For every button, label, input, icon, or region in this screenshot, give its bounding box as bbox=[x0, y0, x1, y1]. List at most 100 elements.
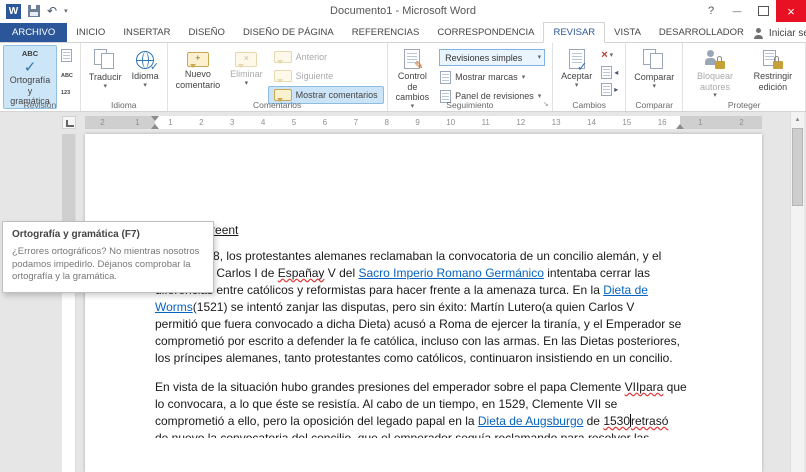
group-label-cambios: Cambios bbox=[572, 100, 606, 110]
chevron-down-icon bbox=[538, 93, 542, 100]
spelling-grammar-tooltip: Ortografía y gramática (F7) ¿Errores ort… bbox=[2, 221, 214, 293]
language-button[interactable]: ✓ Idioma bbox=[127, 45, 164, 97]
text-run: En vista de la situación hubo grandes pr… bbox=[155, 380, 625, 394]
previous-change-icon bbox=[601, 66, 613, 79]
reject-button[interactable] bbox=[599, 48, 620, 63]
ruler-number: 12 bbox=[516, 118, 526, 127]
ruler-number: 6 bbox=[322, 118, 328, 127]
word-count-button[interactable] bbox=[59, 82, 75, 97]
ruler-number: 5 bbox=[291, 118, 297, 127]
group-comentarios: + Nuevo comentario × Eliminar Anterior S… bbox=[168, 43, 388, 111]
vertical-ruler[interactable] bbox=[62, 134, 76, 472]
next-comment-label: Siguiente bbox=[295, 71, 334, 81]
previous-change-button[interactable]: ◂ bbox=[599, 65, 620, 80]
tab-correspondencia[interactable]: CORRESPONDENCIA bbox=[428, 23, 543, 42]
save-icon[interactable] bbox=[28, 5, 40, 17]
define-button[interactable] bbox=[59, 48, 75, 63]
next-comment-button[interactable]: Siguiente bbox=[268, 67, 384, 85]
undo-icon[interactable] bbox=[47, 5, 57, 17]
previous-comment-icon bbox=[273, 51, 292, 64]
tooltip-title: Ortografía y gramática (F7) bbox=[12, 229, 140, 240]
ruler-number: 4 bbox=[260, 118, 266, 127]
spelling-check-icon bbox=[17, 49, 43, 73]
maximize-button[interactable] bbox=[750, 0, 776, 22]
text-line: permitió que fuera convocado a dicha Die… bbox=[155, 316, 692, 333]
show-markup-icon bbox=[440, 70, 452, 84]
compare-button[interactable]: Comparar bbox=[629, 45, 679, 97]
show-markup-button[interactable]: Mostrar marcas bbox=[434, 68, 549, 86]
text-run: diferencias entre católicos y reformista… bbox=[155, 283, 604, 297]
help-button[interactable] bbox=[698, 0, 724, 22]
left-indent-marker[interactable] bbox=[151, 124, 159, 129]
tab-insertar[interactable]: INSERTAR bbox=[114, 23, 179, 42]
accept-button[interactable]: ✓ Aceptar bbox=[556, 45, 597, 100]
quick-access-toolbar bbox=[0, 3, 68, 19]
tab-referencias[interactable]: REFERENCIAS bbox=[343, 23, 429, 42]
right-indent-marker[interactable] bbox=[676, 124, 684, 129]
minimize-button[interactable] bbox=[724, 0, 750, 22]
thesaurus-button[interactable] bbox=[59, 65, 75, 80]
dialog-launcher-icon[interactable] bbox=[541, 100, 550, 109]
ruler-number: 1 bbox=[135, 118, 140, 127]
ruler-right-margin: 12 bbox=[680, 116, 762, 129]
tab-vista[interactable]: VISTA bbox=[605, 23, 650, 42]
previous-comment-button[interactable]: Anterior bbox=[268, 48, 384, 66]
tab-diseno[interactable]: DISEÑO bbox=[180, 23, 234, 42]
sign-in-button[interactable]: Iniciar sesión bbox=[753, 28, 806, 42]
hyperlink[interactable]: Sacro Imperio Romano Germánico bbox=[358, 266, 543, 280]
define-icon bbox=[60, 49, 72, 62]
restrict-editing-button[interactable]: Restringir edición bbox=[744, 45, 802, 101]
compare-icon bbox=[643, 49, 665, 70]
group-comparar: Comparar Comparar bbox=[626, 43, 684, 111]
group-label-comentarios: Comentarios bbox=[253, 100, 302, 110]
show-comments-label: Mostrar comentarios bbox=[295, 90, 378, 100]
hyperlink[interactable]: Dieta de bbox=[603, 283, 648, 297]
translate-button[interactable]: Traducir bbox=[84, 45, 127, 97]
ruler-number: 7 bbox=[353, 118, 359, 127]
ruler-text-area: 1 2 3 4 5 6 7 8 9 10 11 12 13 14 15 16 bbox=[151, 116, 684, 129]
group-seguimiento: ✎ Control de cambios Revisiones simples … bbox=[388, 43, 554, 111]
delete-comment-icon: × bbox=[235, 52, 258, 68]
scroll-up-arrow[interactable] bbox=[791, 112, 804, 126]
scroll-thumb[interactable] bbox=[792, 128, 803, 206]
arrow-right-icon: ▸ bbox=[614, 85, 619, 94]
ruler-number: 8 bbox=[384, 118, 389, 127]
text-line: diferencias entre católicos y reformista… bbox=[155, 282, 692, 299]
first-line-indent-marker[interactable] bbox=[151, 116, 159, 121]
document-page[interactable]: Cocilio detreent Desde 1518, los protesta… bbox=[85, 134, 762, 472]
close-button[interactable] bbox=[776, 0, 806, 22]
group-label-idioma: Idioma bbox=[110, 100, 137, 110]
tab-diseno-de-pagina[interactable]: DISEÑO DE PÁGINA bbox=[234, 23, 343, 42]
tab-selector[interactable] bbox=[62, 116, 76, 129]
group-label-proteger: Proteger bbox=[727, 100, 761, 110]
text-line: En vista de la situación hubo grandes pr… bbox=[155, 379, 692, 396]
new-comment-button[interactable]: + Nuevo comentario bbox=[171, 45, 226, 104]
hyperlink[interactable]: Worms bbox=[155, 300, 193, 314]
misspelled-text: retrasó bbox=[631, 414, 669, 428]
delete-comment-button[interactable]: × Eliminar bbox=[225, 45, 268, 104]
horizontal-ruler[interactable]: 21 1 2 3 4 5 6 7 8 9 10 11 12 13 14 15 16 12 bbox=[85, 116, 762, 129]
text-run: de bbox=[583, 414, 604, 428]
hyperlink[interactable]: Dieta de Augsburgo bbox=[478, 414, 583, 428]
ruler-number: 9 bbox=[415, 118, 420, 127]
window-title: Documento1 - Microsoft Word bbox=[330, 5, 476, 17]
text-run: Desde 1518, los protestantes alemanes re… bbox=[155, 249, 662, 263]
block-authors-button[interactable]: Bloquear autores bbox=[686, 45, 744, 101]
block-authors-label: Bloquear autores bbox=[696, 71, 734, 92]
ruler-number: 2 bbox=[100, 118, 105, 127]
display-for-review-dropdown[interactable]: Revisiones simples bbox=[439, 49, 546, 66]
next-change-icon bbox=[601, 83, 613, 96]
qat-customize-chevron-icon[interactable] bbox=[64, 7, 68, 15]
text-run: intentaba cerrar las bbox=[543, 266, 650, 280]
tab-revisar[interactable]: REVISAR bbox=[543, 22, 606, 43]
tab-inicio[interactable]: INICIO bbox=[67, 23, 114, 42]
window-controls bbox=[698, 0, 806, 22]
tab-archivo[interactable]: ARCHIVO bbox=[0, 23, 68, 42]
tab-desarrollador[interactable]: DESARROLLADOR bbox=[650, 23, 753, 42]
vertical-scrollbar[interactable] bbox=[790, 112, 804, 472]
word-logo-icon[interactable] bbox=[6, 3, 21, 19]
spelling-grammar-button[interactable]: Ortografía y gramática bbox=[3, 45, 57, 109]
next-change-button[interactable]: ▸ bbox=[599, 82, 620, 97]
text-line: emperador Carlos I de Españay V del Sacr… bbox=[155, 265, 692, 282]
compare-label: Comparar bbox=[634, 72, 675, 82]
